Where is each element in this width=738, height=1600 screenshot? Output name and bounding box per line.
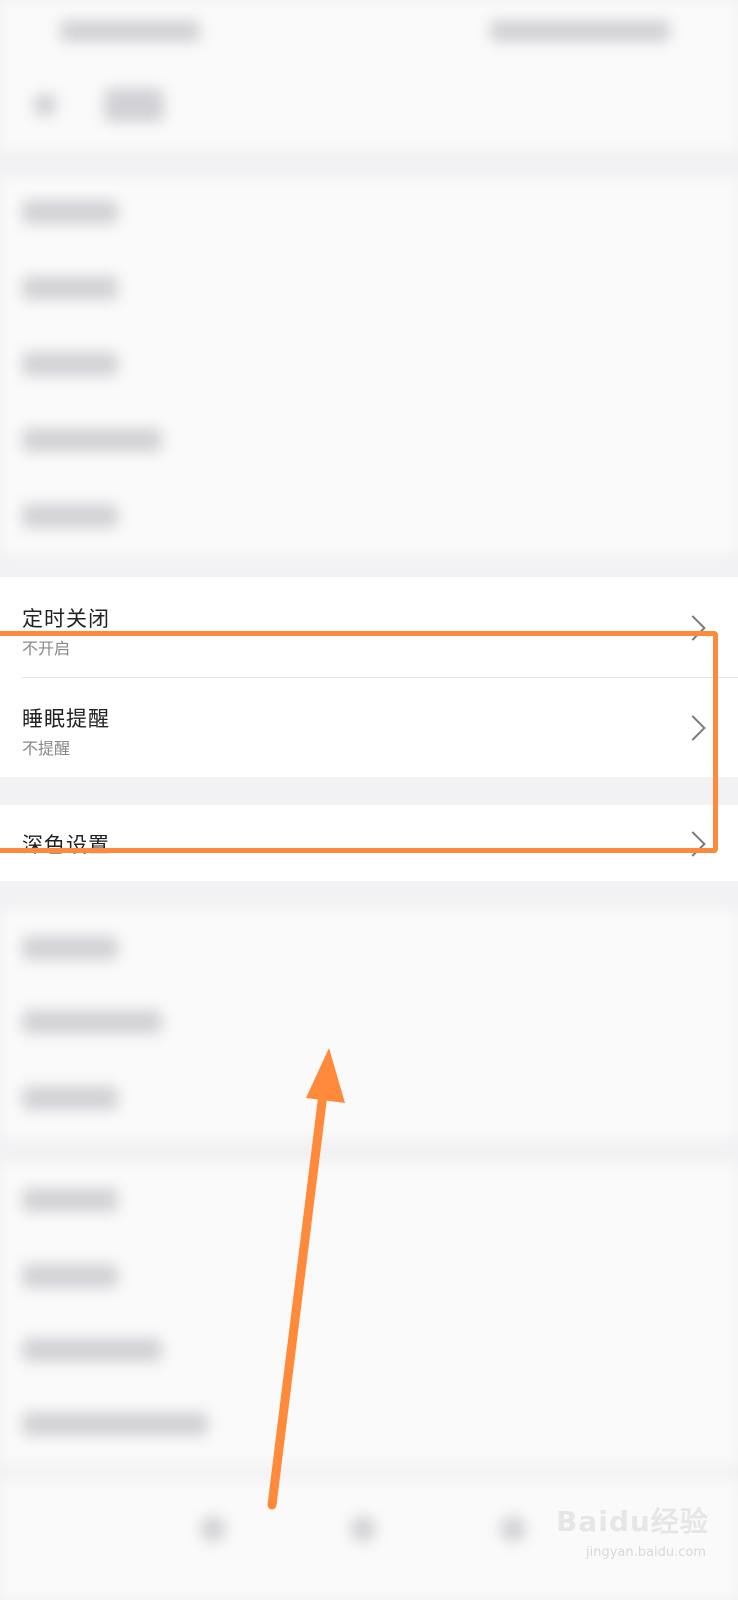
watermark-url: jingyan.baidu.com bbox=[586, 1545, 706, 1560]
timer-close-title: 定时关闭 bbox=[22, 607, 110, 631]
blurred-item[interactable] bbox=[22, 1188, 118, 1212]
nav-title-blur bbox=[104, 88, 164, 122]
highlight-rectangle bbox=[0, 631, 718, 853]
status-bar-right-blur bbox=[490, 20, 670, 42]
blurred-item[interactable] bbox=[22, 1338, 162, 1362]
blurred-item[interactable] bbox=[22, 1086, 118, 1110]
blurred-item[interactable] bbox=[22, 1412, 208, 1436]
tab-icon-blur[interactable] bbox=[350, 1516, 376, 1542]
blurred-item[interactable] bbox=[22, 352, 118, 376]
blurred-item[interactable] bbox=[22, 200, 118, 224]
blurred-item[interactable] bbox=[22, 1264, 118, 1288]
tab-icon-blur[interactable] bbox=[200, 1516, 226, 1542]
blurred-item[interactable] bbox=[22, 1010, 162, 1034]
blurred-item[interactable] bbox=[22, 276, 118, 300]
blurred-item[interactable] bbox=[22, 428, 162, 452]
blurred-item[interactable] bbox=[22, 936, 118, 960]
blurred-item[interactable] bbox=[22, 504, 118, 528]
back-button-blur[interactable] bbox=[34, 94, 56, 116]
tab-icon-blur[interactable] bbox=[500, 1516, 526, 1542]
status-bar-left-blur bbox=[60, 20, 200, 42]
watermark-brand: Baidu经验 bbox=[556, 1505, 709, 1538]
